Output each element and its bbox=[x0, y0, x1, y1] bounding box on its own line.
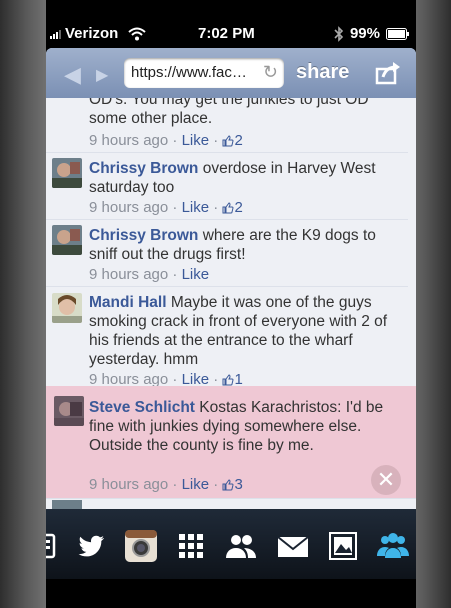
thumbs-up-icon bbox=[222, 374, 234, 386]
like-count[interactable]: 2 bbox=[222, 132, 243, 149]
instagram-icon[interactable] bbox=[124, 529, 158, 563]
wifi-icon bbox=[128, 27, 147, 40]
photos-icon[interactable] bbox=[326, 529, 360, 563]
commenter-name[interactable]: Mandi Hall bbox=[89, 294, 167, 311]
clock: 7:02 PM bbox=[198, 25, 255, 42]
commenter-name[interactable]: Steve Schlicht bbox=[89, 399, 195, 416]
battery-percent: 99% bbox=[349, 25, 380, 42]
comment-text: OD's. You may get the junkies to just OD… bbox=[89, 98, 404, 128]
thumbs-up-icon bbox=[222, 479, 234, 491]
comment-time: 9 hours ago bbox=[89, 199, 169, 216]
comment-time: 9 hours ago bbox=[89, 132, 169, 149]
grid-icon[interactable] bbox=[174, 529, 208, 563]
avatar[interactable] bbox=[52, 293, 82, 323]
comment-item: Chrissy Brown where are the K9 dogs to s… bbox=[46, 220, 408, 287]
avatar[interactable] bbox=[52, 225, 82, 255]
share-out-icon[interactable] bbox=[374, 59, 402, 87]
app-dock bbox=[46, 509, 416, 579]
comment-meta: 9 hours ago · Like · 2 bbox=[89, 132, 243, 149]
forward-arrow-icon[interactable]: ▶ bbox=[96, 65, 108, 85]
comment-item-highlighted: Steve Schlicht Kostas Karachristos: I'd … bbox=[46, 386, 416, 499]
like-link[interactable]: Like bbox=[182, 199, 210, 216]
carrier-info: Verizon bbox=[50, 25, 147, 42]
reload-icon[interactable]: ↻ bbox=[263, 62, 278, 83]
status-bar: Verizon 7:02 PM 99% bbox=[46, 0, 416, 42]
carrier-name: Verizon bbox=[65, 25, 119, 42]
comment-time: 9 hours ago bbox=[89, 266, 169, 283]
like-count[interactable]: 3 bbox=[222, 476, 243, 493]
browser-window: ◀ ▶ https://www.fac… ↻ share OD's. You m… bbox=[46, 48, 416, 509]
comment-item: OD's. You may get the junkies to just OD… bbox=[46, 98, 408, 153]
comment-meta: 9 hours ago · Like · 2 bbox=[89, 199, 243, 216]
close-icon[interactable]: ✕ bbox=[371, 465, 401, 495]
url-text: https://www.fac… bbox=[131, 64, 247, 81]
contacts-card-icon[interactable] bbox=[46, 529, 70, 563]
comment-body: OD's. You may get the junkies to just OD… bbox=[89, 98, 369, 127]
comment-meta: 9 hours ago · Like bbox=[89, 266, 210, 283]
browser-toolbar: ◀ ▶ https://www.fac… ↻ share bbox=[46, 48, 416, 98]
commenter-name[interactable]: Chrissy Brown bbox=[89, 160, 198, 177]
avatar[interactable] bbox=[54, 396, 84, 426]
like-count[interactable]: 2 bbox=[222, 199, 243, 216]
like-link[interactable]: Like bbox=[182, 132, 210, 149]
avatar-partial bbox=[52, 500, 82, 509]
people-icon[interactable] bbox=[224, 529, 258, 563]
mail-icon[interactable] bbox=[276, 529, 310, 563]
back-arrow-icon[interactable]: ◀ bbox=[64, 62, 81, 88]
thumbs-up-icon bbox=[222, 135, 234, 147]
comment-text: Mandi Hall Maybe it was one of the guys … bbox=[89, 293, 404, 369]
status-right: 99% bbox=[334, 25, 410, 42]
mention-link[interactable]: Kostas Karachristos bbox=[199, 399, 337, 416]
comment-time: 9 hours ago bbox=[89, 476, 169, 493]
comment-item: Chrissy Brown overdose in Harvey West sa… bbox=[46, 153, 408, 220]
thumbs-up-icon bbox=[222, 202, 234, 214]
comment-feed: OD's. You may get the junkies to just OD… bbox=[46, 98, 416, 509]
comment-text: Chrissy Brown where are the K9 dogs to s… bbox=[89, 226, 404, 264]
url-bar[interactable]: https://www.fac… ↻ bbox=[124, 58, 284, 88]
battery-icon bbox=[386, 27, 409, 40]
comment-meta: 9 hours ago · Like · 3 bbox=[89, 476, 243, 493]
signal-icon bbox=[50, 29, 61, 39]
comment-text: Chrissy Brown overdose in Harvey West sa… bbox=[89, 159, 404, 197]
comment-item: Mandi Hall Maybe it was one of the guys … bbox=[46, 287, 408, 392]
phone-screen: Verizon 7:02 PM 99% ◀ ▶ https://www.fac…… bbox=[46, 0, 416, 608]
like-link[interactable]: Like bbox=[182, 476, 210, 493]
share-button[interactable]: share bbox=[296, 61, 349, 84]
commenter-name[interactable]: Chrissy Brown bbox=[89, 227, 198, 244]
bottom-bezel bbox=[46, 579, 416, 608]
groups-icon[interactable] bbox=[376, 529, 410, 563]
twitter-icon[interactable] bbox=[74, 529, 108, 563]
avatar[interactable] bbox=[52, 158, 82, 188]
bluetooth-icon bbox=[334, 25, 344, 42]
like-link[interactable]: Like bbox=[182, 266, 210, 283]
comment-text: Steve Schlicht Kostas Karachristos: I'd … bbox=[89, 398, 412, 455]
